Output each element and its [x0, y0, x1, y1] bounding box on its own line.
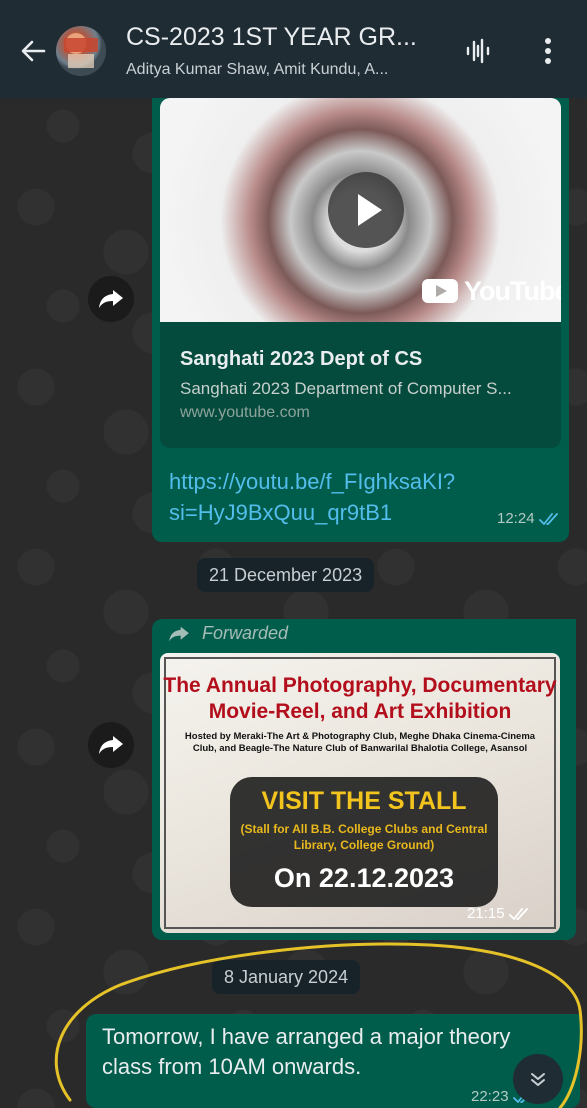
time-label: 22:23 — [471, 1088, 509, 1105]
poster-stall-box: VISIT THE STALL (Stall for All B.B. Coll… — [230, 777, 498, 907]
chevron-down-icon — [531, 1073, 545, 1086]
double-tick-icon — [508, 907, 528, 920]
poster-visit: VISIT THE STALL — [261, 787, 467, 815]
chat-header: CS-2023 1ST YEAR GR... Aditya Kumar Shaw… — [0, 0, 587, 98]
back-button[interactable] — [18, 36, 48, 66]
forwarded-label: Forwarded — [168, 623, 288, 644]
message-bubble-link[interactable]: YouTube Sanghati 2023 Dept of CS Sanghat… — [152, 98, 569, 542]
double-tick-icon — [538, 512, 558, 525]
message-time: 12:24 — [497, 510, 561, 527]
forward-button[interactable] — [88, 276, 134, 322]
link-card-description: Sanghati 2023 Department of Computer S..… — [180, 379, 512, 398]
play-button[interactable] — [328, 172, 404, 248]
link-card-domain: www.youtube.com — [180, 404, 310, 421]
message-bubble-image[interactable]: Forwarded The Annual Photography, Docume… — [152, 619, 576, 940]
scroll-to-bottom-button[interactable] — [513, 1054, 563, 1104]
message-bubble-text[interactable]: Tomorrow, I have arranged a major theory… — [86, 1014, 580, 1108]
group-members[interactable]: Aditya Kumar Shaw, Amit Kundu, A... — [126, 61, 446, 79]
more-options-button[interactable] — [538, 36, 558, 66]
time-label: 12:24 — [497, 510, 535, 527]
forwarded-text: Forwarded — [202, 623, 289, 643]
link-card-title: Sanghati 2023 Dept of CS — [180, 348, 423, 370]
time-label: 21:15 — [467, 905, 505, 922]
voice-call-icon — [466, 38, 490, 64]
forward-icon — [99, 736, 123, 754]
group-title[interactable]: CS-2023 1ST YEAR GR... — [126, 23, 446, 52]
youtube-wordmark: YouTube — [464, 275, 561, 306]
forward-button[interactable] — [88, 722, 134, 768]
play-icon — [358, 194, 382, 226]
message-text: Tomorrow, I have arranged a major theory… — [102, 1024, 511, 1079]
poster-title: The Annual Photography, Documentary Movi… — [163, 674, 557, 723]
poster-date: On 22.12.2023 — [273, 863, 455, 893]
forward-icon — [169, 626, 189, 641]
back-arrow-icon — [21, 40, 46, 62]
message-time: 21:15 — [467, 905, 531, 922]
poster-image[interactable]: The Annual Photography, Documentary Movi… — [160, 653, 560, 933]
youtube-logo: YouTube — [422, 276, 561, 306]
youtube-play-icon — [422, 279, 458, 303]
group-avatar[interactable] — [56, 26, 106, 76]
link-preview-card[interactable]: YouTube Sanghati 2023 Dept of CS Sanghat… — [160, 98, 561, 448]
message-link[interactable]: https://youtu.be/f_FIghksaKI?si=HyJ9BxQu… — [169, 466, 549, 528]
voice-chat-button[interactable] — [463, 36, 493, 66]
poster-hosted-by: Hosted by Meraki-The Art & Photography C… — [184, 731, 536, 754]
more-options-icon — [545, 38, 551, 64]
poster-stall-note: (Stall for All B.B. College Clubs and Ce… — [240, 822, 488, 852]
date-separator: 21 December 2023 — [197, 558, 375, 592]
date-separator: 8 January 2024 — [212, 960, 361, 994]
forward-icon — [99, 290, 123, 308]
